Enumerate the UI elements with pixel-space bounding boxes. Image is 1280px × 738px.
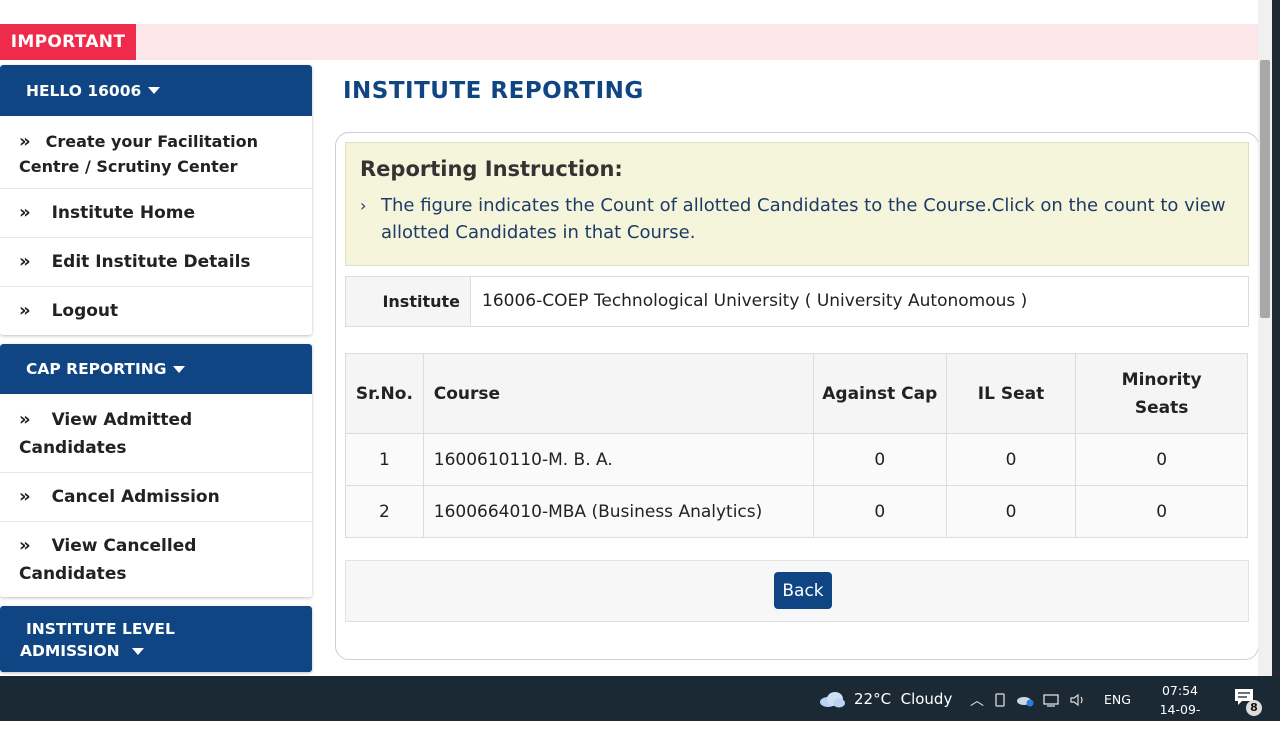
table-header-row: Sr.No. Course Against Cap IL Seat Minori… <box>345 353 1248 434</box>
user-panel-title: HELLO 16006 <box>26 81 142 100</box>
institute-level-title: INSTITUTE LEVEL <box>26 620 175 638</box>
sidebar-item-institute-home[interactable]: » Institute Home <box>0 189 312 238</box>
sidebar-item-label: View Admitted <box>51 410 193 430</box>
network-icon[interactable] <box>1043 693 1061 707</box>
clock[interactable]: 07:54 14-09-2025 <box>1146 681 1214 738</box>
cell-course: 1600610110-M. B. A. <box>422 433 814 486</box>
caret-down-icon <box>148 87 161 94</box>
speaker-icon[interactable] <box>1070 693 1088 707</box>
sidebar-item-logout[interactable]: » Logout <box>0 287 312 335</box>
notification-button[interactable]: 8 <box>1234 688 1262 716</box>
chevron-up-icon[interactable]: ︿ <box>970 690 984 710</box>
cell-il-seat-count[interactable]: 0 <box>945 433 1077 486</box>
instruction-title: Reporting Instruction: <box>360 157 623 181</box>
institute-value: 16006-COEP Technological University ( Un… <box>471 277 1248 326</box>
cap-reporting-header[interactable]: CAP REPORTING <box>0 344 312 394</box>
cell-against-cap-count[interactable]: 0 <box>812 433 947 486</box>
sidebar-item-label: Candidates <box>19 438 127 458</box>
caret-down-icon <box>132 648 145 655</box>
sidebar-item-cancel-admission[interactable]: » Cancel Admission <box>0 473 312 522</box>
header-minority-seats: Minority Seats <box>1075 353 1248 434</box>
cell-minority-count[interactable]: 0 <box>1075 485 1248 538</box>
sidebar-item-label: Create your Facilitation <box>45 132 258 151</box>
double-chevron-icon: » <box>19 300 31 321</box>
language-indicator[interactable]: ENG <box>1104 692 1131 707</box>
caret-down-icon <box>173 365 186 373</box>
user-panel: HELLO 16006 » Create your Facilitation Ce… <box>0 65 312 335</box>
sidebar-item-view-admitted[interactable]: » View Admitted Candidates <box>0 394 312 473</box>
clock-time: 07:54 <box>1161 683 1199 698</box>
important-badge[interactable]: IMPORTANT <box>0 24 136 60</box>
sidebar-item-label: View Cancelled <box>51 536 197 556</box>
reporting-instruction: Reporting Instruction: › The figure indi… <box>345 142 1249 266</box>
page-title: INSTITUTE REPORTING <box>343 78 644 104</box>
clock-date: 14-09-2025 <box>1159 702 1201 736</box>
sidebar-item-view-cancelled[interactable]: » View Cancelled Candidates <box>0 522 312 597</box>
back-button[interactable]: Back <box>774 572 832 609</box>
cap-reporting-panel: CAP REPORTING » View Admitted Candidates… <box>0 344 312 597</box>
course-table: Sr.No. Course Against Cap IL Seat Minori… <box>345 353 1248 538</box>
sidebar: HELLO 16006 » Create your Facilitation Ce… <box>0 65 312 681</box>
cell-minority-count[interactable]: 0 <box>1075 433 1248 486</box>
cloud-icon[interactable] <box>818 690 846 708</box>
header-course: Course <box>422 353 814 434</box>
notification-badge: 8 <box>1246 700 1262 716</box>
sidebar-item-label: Cancel Admission <box>51 487 220 507</box>
instruction-item: › The figure indicates the Count of allo… <box>360 192 1230 246</box>
header-against-cap: Against Cap <box>812 353 947 434</box>
chevron-right-icon: › <box>360 196 367 215</box>
sidebar-item-label: Edit Institute Details <box>51 252 251 272</box>
scrollbar-thumb[interactable] <box>1260 60 1270 318</box>
institute-row: Institute 16006-COEP Technological Unive… <box>345 276 1249 327</box>
cell-sr: 2 <box>345 485 424 538</box>
institute-level-header[interactable]: INSTITUTE LEVEL ADMISSION <box>0 606 312 672</box>
header-sr-no: Sr.No. <box>345 353 424 434</box>
double-chevron-icon: » <box>19 535 31 556</box>
double-chevron-icon: » <box>19 409 31 430</box>
onedrive-icon[interactable] <box>1016 693 1034 707</box>
institute-level-panel: INSTITUTE LEVEL ADMISSION <box>0 606 312 672</box>
device-icon[interactable] <box>993 693 1007 707</box>
table-row: 2 1600664010-MBA (Business Analytics) 0 … <box>345 485 1248 538</box>
system-tray: ︿ <box>970 690 1088 710</box>
cell-against-cap-count[interactable]: 0 <box>812 485 947 538</box>
cap-reporting-title: CAP REPORTING <box>26 360 167 378</box>
window-edge <box>1272 0 1280 676</box>
double-chevron-icon: » <box>19 251 31 272</box>
table-row: 1 1600610110-M. B. A. 0 0 0 <box>345 433 1248 486</box>
taskbar: 22°C Cloudy ︿ ENG 07:54 14-09-2025 8 <box>0 676 1280 736</box>
sidebar-item-edit-institute[interactable]: » Edit Institute Details <box>0 238 312 287</box>
sidebar-item-label: Candidates <box>19 564 127 584</box>
important-bar <box>0 24 1258 60</box>
instruction-text: The figure indicates the Count of allott… <box>381 195 1226 243</box>
sidebar-item-label: Centre / Scrutiny Center <box>19 157 238 176</box>
sidebar-item-create-facilitation[interactable]: » Create your Facilitation Centre / Scrut… <box>0 116 312 189</box>
weather-text[interactable]: 22°C Cloudy <box>854 690 952 708</box>
double-chevron-icon: » <box>19 486 31 507</box>
double-chevron-icon: » <box>19 131 31 152</box>
institute-level-title: ADMISSION <box>20 642 120 660</box>
top-spacer <box>0 0 1258 24</box>
institute-label: Institute <box>346 277 471 326</box>
action-bar: Back <box>345 560 1249 622</box>
cell-il-seat-count[interactable]: 0 <box>945 485 1077 538</box>
sidebar-item-label: Institute Home <box>51 203 196 223</box>
cell-sr: 1 <box>345 433 424 486</box>
cell-course: 1600664010-MBA (Business Analytics) <box>422 485 814 538</box>
sidebar-item-label: Logout <box>51 301 119 321</box>
user-panel-header[interactable]: HELLO 16006 <box>0 65 312 116</box>
header-il-seat: IL Seat <box>945 353 1077 434</box>
double-chevron-icon: » <box>19 202 31 223</box>
